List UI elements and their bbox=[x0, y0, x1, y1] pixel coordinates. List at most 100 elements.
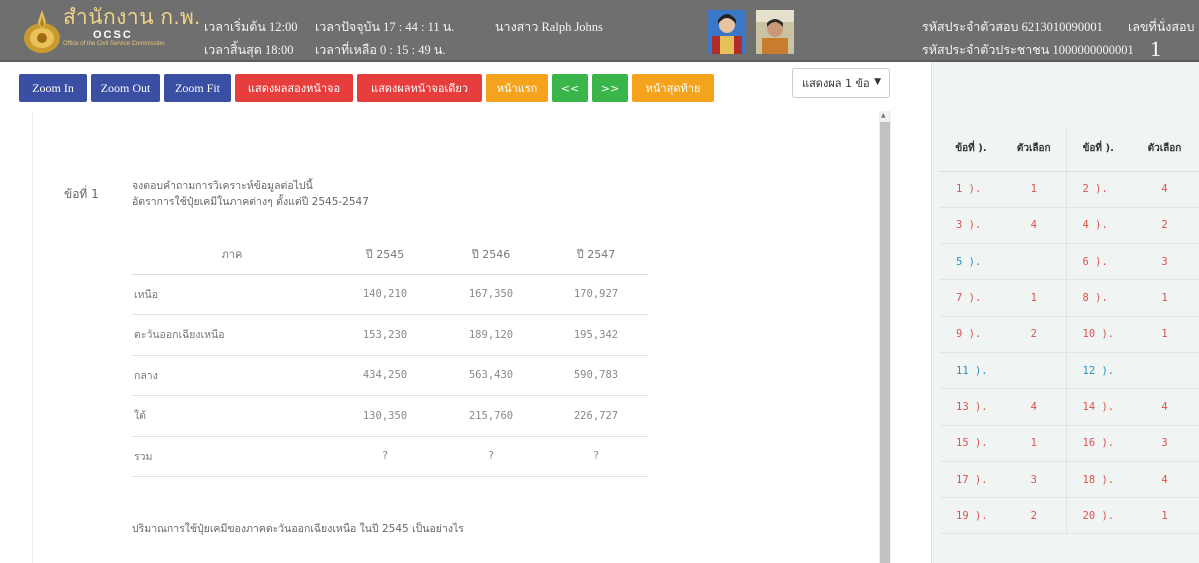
answer-choice: 2 bbox=[1130, 207, 1199, 245]
answer-question-link[interactable]: 8 ). bbox=[1065, 279, 1130, 317]
answer-question-link[interactable]: 11 ). bbox=[940, 352, 1002, 390]
table-cell: 195,342 bbox=[544, 314, 648, 356]
display-mode-select[interactable]: แสดงผล 1 ข้อ ▼ bbox=[792, 68, 890, 98]
answer-choice: 3 bbox=[1130, 243, 1199, 281]
answer-question-link[interactable]: 20 ). bbox=[1065, 497, 1130, 535]
table-cell: 590,783 bbox=[544, 355, 648, 396]
left-gutter bbox=[0, 111, 33, 563]
table-row: รวม ? ? ? bbox=[132, 436, 648, 477]
last-page-button[interactable]: หน้าสุดท้าย bbox=[632, 74, 714, 102]
answer-sheet: ข้อที่ ). ตัวเลือก ข้อที่ ). ตัวเลือก 1 … bbox=[940, 127, 1199, 535]
answer-row: 5 ). 6 ). 3 bbox=[940, 243, 1199, 281]
answer-question-link[interactable]: 2 ). bbox=[1065, 171, 1130, 208]
answer-question-link[interactable]: 3 ). bbox=[940, 207, 1002, 245]
answer-choice: 3 bbox=[1130, 425, 1199, 462]
two-screen-button[interactable]: แสดงผลสองหน้าจอ bbox=[235, 74, 353, 102]
brand-title: สำนักงาน ก.พ. bbox=[63, 6, 201, 29]
scroll-up-arrow-icon[interactable]: ▲ bbox=[881, 112, 886, 119]
current-time: เวลาปัจจุบัน 17 : 44 : 11 น. bbox=[315, 20, 455, 34]
answer-question-link[interactable]: 4 ). bbox=[1065, 207, 1130, 245]
answer-question-link[interactable]: 10 ). bbox=[1065, 316, 1130, 353]
seat-label: เลขที่นั่งสอบ bbox=[1128, 20, 1195, 34]
start-time: เวลาเริ่มต้น 12:00 bbox=[204, 20, 298, 34]
next-button[interactable]: >> bbox=[592, 74, 628, 102]
prev-button[interactable]: << bbox=[552, 74, 588, 102]
answer-question-link[interactable]: 12 ). bbox=[1065, 352, 1130, 390]
table-cell: 153,230 bbox=[332, 314, 438, 356]
answer-question-link[interactable]: 14 ). bbox=[1065, 388, 1130, 426]
answer-question-link[interactable]: 19 ). bbox=[940, 497, 1002, 535]
answer-choice: 4 bbox=[1130, 388, 1199, 426]
table-header-2547: ปี 2547 bbox=[544, 234, 648, 275]
answer-choice: 3 bbox=[1002, 461, 1066, 499]
answer-header-question: ข้อที่ ). bbox=[1065, 127, 1130, 172]
table-cell: 140,210 bbox=[332, 274, 438, 315]
first-page-button[interactable]: หน้าแรก bbox=[486, 74, 548, 102]
citizen-id: รหัสประจำตัวประชาชน 1000000000001 bbox=[922, 43, 1134, 57]
answer-choice: 1 bbox=[1002, 171, 1066, 208]
panel-gap bbox=[891, 62, 931, 563]
table-cell: กลาง bbox=[132, 355, 332, 396]
table-cell: ? bbox=[438, 436, 544, 477]
candidate-photo bbox=[708, 10, 746, 54]
brand-subtitle: Office of the Civil Service Commission bbox=[63, 41, 165, 47]
table-cell: 215,760 bbox=[438, 395, 544, 437]
table-row: ตะวันออกเฉียงเหนือ 153,230 189,120 195,3… bbox=[132, 314, 648, 356]
table-row: เหนือ 140,210 167,350 170,927 bbox=[132, 274, 648, 315]
answer-choice: 4 bbox=[1002, 388, 1066, 426]
answer-choice: 4 bbox=[1130, 171, 1199, 208]
zoom-out-button[interactable]: Zoom Out bbox=[91, 74, 160, 102]
question-number: ข้อที่ 1 bbox=[64, 187, 99, 201]
answer-question-link[interactable]: 9 ). bbox=[940, 316, 1002, 353]
seat-number: 1 bbox=[1150, 36, 1161, 61]
answer-row: 13 ). 4 14 ). 4 bbox=[940, 388, 1199, 426]
question-subtitle: อัตราการใช้ปุ๋ยเคมีในภาคต่างๆ ตั้งแต่ปี … bbox=[132, 196, 369, 208]
answer-question-link[interactable]: 6 ). bbox=[1065, 243, 1130, 281]
table-header-2546: ปี 2546 bbox=[438, 234, 544, 275]
table-header-2545: ปี 2545 bbox=[332, 234, 438, 275]
answer-question-link[interactable]: 18 ). bbox=[1065, 461, 1130, 499]
answer-header-question: ข้อที่ ). bbox=[940, 127, 1002, 172]
answer-row: 17 ). 3 18 ). 4 bbox=[940, 461, 1199, 499]
table-cell: 189,120 bbox=[438, 314, 544, 356]
answer-row: 3 ). 4 4 ). 2 bbox=[940, 207, 1199, 245]
zoom-in-button[interactable]: Zoom In bbox=[19, 74, 87, 102]
end-time: เวลาสิ้นสุด 18:00 bbox=[204, 43, 294, 57]
answer-question-link[interactable]: 5 ). bbox=[940, 243, 1002, 281]
answer-question-link[interactable]: 17 ). bbox=[940, 461, 1002, 499]
answer-question-link[interactable]: 1 ). bbox=[940, 171, 1002, 208]
fertilizer-table: ภาค ปี 2545 ปี 2546 ปี 2547 เหนือ 140,21… bbox=[132, 234, 648, 477]
table-cell: 170,927 bbox=[544, 274, 648, 315]
answer-question-link[interactable]: 13 ). bbox=[940, 388, 1002, 426]
answer-choice: 2 bbox=[1002, 497, 1066, 535]
answer-header-choice: ตัวเลือก bbox=[1130, 127, 1199, 172]
candidate-name: นางสาว Ralph Johns bbox=[495, 20, 603, 34]
answer-question-link[interactable]: 7 ). bbox=[940, 279, 1002, 317]
answer-row: 11 ). 12 ). bbox=[940, 352, 1199, 390]
one-screen-button[interactable]: แสดงผลหน้าจอเดียว bbox=[357, 74, 482, 102]
exam-id: รหัสประจำตัวสอบ 6213010090001 bbox=[922, 20, 1103, 34]
table-cell: ? bbox=[332, 436, 438, 477]
zoom-fit-button[interactable]: Zoom Fit bbox=[164, 74, 231, 102]
answer-row: 9 ). 2 10 ). 1 bbox=[940, 316, 1199, 353]
answer-choice bbox=[1130, 352, 1199, 390]
answer-question-link[interactable]: 15 ). bbox=[940, 425, 1002, 462]
answer-choice: 4 bbox=[1130, 461, 1199, 499]
question-prompt: ปริมาณการใช้ปุ๋ยเคมีของภาคตะวันออกเฉียงเ… bbox=[132, 523, 464, 535]
table-cell: 226,727 bbox=[544, 395, 648, 437]
answer-row: 19 ). 2 20 ). 1 bbox=[940, 497, 1199, 535]
table-header-row: ภาค ปี 2545 ปี 2546 ปี 2547 bbox=[132, 234, 648, 275]
top-header: สำนักงาน ก.พ. OCSC Office of the Civil S… bbox=[0, 0, 1199, 62]
display-mode-value: แสดงผล 1 ข้อ bbox=[802, 77, 870, 90]
table-cell: 434,250 bbox=[332, 355, 438, 396]
table-cell: 563,430 bbox=[438, 355, 544, 396]
toolbar: Zoom In Zoom Out Zoom Fit แสดงผลสองหน้าจ… bbox=[0, 62, 930, 112]
brand-block: สำนักงาน ก.พ. OCSC Office of the Civil S… bbox=[63, 6, 201, 48]
answer-choice: 4 bbox=[1002, 207, 1066, 245]
answer-choice: 1 bbox=[1130, 316, 1199, 353]
answer-choice bbox=[1002, 243, 1066, 281]
table-cell: 130,350 bbox=[332, 395, 438, 437]
table-cell: ? bbox=[544, 436, 648, 477]
scrollbar-thumb[interactable] bbox=[880, 122, 890, 563]
answer-question-link[interactable]: 16 ). bbox=[1065, 425, 1130, 462]
